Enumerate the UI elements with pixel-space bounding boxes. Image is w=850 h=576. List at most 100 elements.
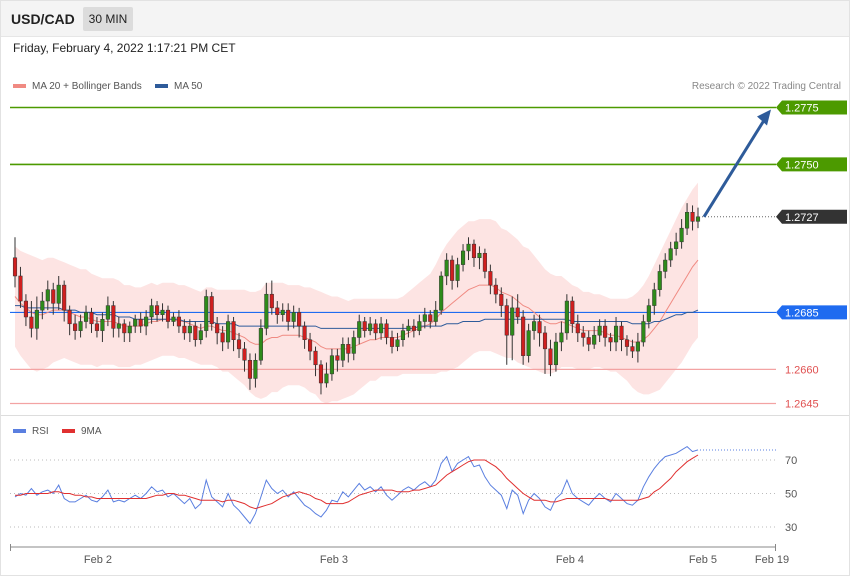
candle-body	[286, 309, 291, 322]
candle-body	[155, 305, 160, 315]
candle-body	[73, 323, 78, 331]
candle-body	[308, 339, 313, 352]
candle-body	[45, 289, 50, 302]
candle-body	[471, 243, 477, 259]
projection-arrow	[702, 114, 769, 218]
candle-body	[690, 211, 695, 222]
candle-body	[504, 305, 509, 336]
candle-body	[236, 339, 242, 350]
candle-body	[62, 284, 67, 311]
candle-body	[515, 307, 520, 318]
candle-body	[455, 264, 460, 281]
candle-body	[542, 332, 548, 350]
price-chart: 1.2660 1.2645 1.2775 1.2750 1.2685 1.2727 70 50…	[0, 0, 850, 576]
candle-body	[127, 325, 132, 334]
candle-body	[171, 316, 176, 322]
candle-body	[422, 314, 427, 322]
candle-body	[165, 309, 171, 322]
candle-body	[34, 309, 39, 329]
candle-body	[182, 325, 187, 334]
rsi-tick-label: 70	[785, 455, 797, 467]
candle-body	[67, 309, 72, 325]
candle-body	[433, 309, 438, 322]
candle-body	[215, 323, 220, 334]
x-tick-label: Feb 19	[755, 554, 789, 566]
candle-body	[204, 296, 209, 331]
candle-body	[488, 271, 493, 286]
candle-body	[635, 341, 640, 352]
candle-body	[597, 325, 602, 336]
candle-body	[302, 325, 307, 340]
candle-body	[603, 325, 608, 338]
candle-body	[477, 252, 482, 259]
candle-body	[23, 300, 28, 318]
candle-body	[406, 325, 411, 331]
candle-body	[641, 321, 646, 343]
candle-body	[258, 328, 263, 361]
candle-body	[674, 241, 679, 249]
candle-body	[280, 309, 285, 315]
candle-body	[231, 321, 236, 340]
support-label-2: 1.2645	[785, 399, 819, 411]
rsi-tick-label: 30	[785, 522, 797, 534]
candle-body	[94, 323, 100, 331]
support-label-1: 1.2660	[785, 364, 819, 376]
target-label-2: 1.2750	[785, 159, 819, 171]
bollinger-band	[15, 182, 698, 404]
candle-body	[466, 243, 471, 252]
candle-body	[395, 339, 400, 347]
candle-body	[56, 284, 61, 304]
candle-body	[198, 330, 203, 340]
candle-body	[439, 275, 444, 311]
candle-body	[428, 314, 433, 322]
pivot-label: 1.2685	[785, 307, 819, 319]
candle-body	[253, 359, 258, 379]
candle-body	[532, 321, 537, 331]
candle-body	[608, 337, 613, 343]
candle-body	[460, 250, 466, 265]
current-price-label: 1.2727	[785, 212, 819, 224]
candle-body	[329, 355, 334, 375]
candle-body	[138, 319, 143, 327]
rsi-line	[14, 445, 699, 525]
candle-body	[646, 305, 651, 322]
candle-body	[269, 293, 274, 309]
candle-body	[450, 259, 455, 281]
candle-body	[160, 309, 165, 315]
candle-body	[12, 257, 18, 277]
candle-body	[133, 319, 138, 327]
candle-body	[575, 323, 580, 334]
x-tick-label: Feb 4	[556, 554, 584, 566]
candle-body	[384, 323, 389, 338]
candle-body	[444, 259, 449, 277]
candle-body	[685, 211, 690, 229]
candle-body	[357, 321, 362, 338]
candle-body	[187, 325, 192, 334]
x-tick-label: Feb 2	[84, 554, 112, 566]
candle-body	[668, 248, 673, 261]
candle-body	[663, 259, 668, 272]
candle-body	[373, 323, 378, 334]
candle-body	[264, 293, 269, 329]
candle-body	[679, 227, 684, 243]
candle-body	[51, 289, 56, 304]
candle-body	[592, 334, 597, 345]
candle-body	[695, 216, 701, 222]
candle-body	[379, 323, 384, 334]
candle-body	[624, 339, 630, 347]
candle-body	[313, 350, 318, 366]
candle-body	[149, 305, 154, 318]
candle-body	[482, 252, 487, 272]
candle-body	[122, 323, 127, 334]
candle-body	[499, 293, 504, 306]
candle-body	[351, 337, 356, 354]
candle-body	[247, 359, 253, 379]
candle-body	[29, 316, 34, 329]
target-label-1: 1.2775	[785, 103, 819, 115]
candle-body	[335, 355, 340, 361]
candle-body	[78, 321, 83, 331]
candle-body	[411, 325, 416, 331]
candle-body	[368, 323, 373, 331]
candle-body	[652, 289, 657, 306]
candle-body	[493, 284, 498, 295]
